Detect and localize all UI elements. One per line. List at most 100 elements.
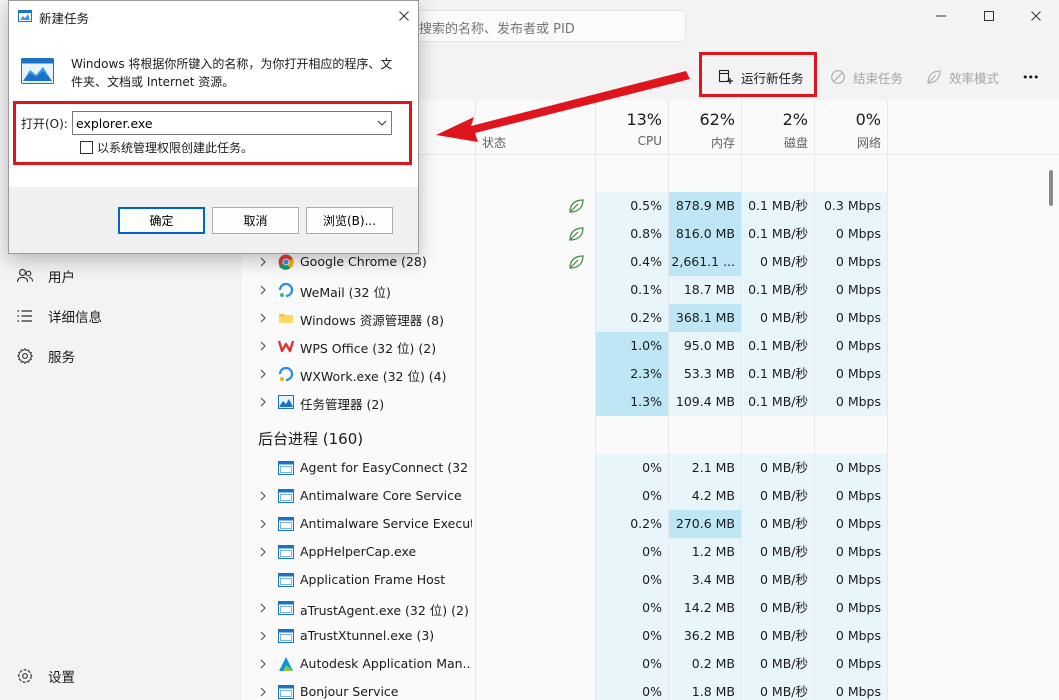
background-process-row[interactable]: Application Frame Host 0% 3.4 MB 0 MB/秒 0 Mb… bbox=[242, 566, 1059, 594]
network-cell: 0 Mbps bbox=[815, 650, 887, 678]
memory-cell: 18.7 MB bbox=[669, 276, 741, 304]
background-process-row[interactable]: Agent for EasyConnect (32 ... 0% 2.1 MB 0 M… bbox=[242, 454, 1059, 482]
network-cell: 0 Mbps bbox=[815, 594, 887, 622]
close-window-button[interactable] bbox=[1013, 0, 1059, 32]
efficiency-mode-button[interactable]: 效率模式 bbox=[926, 60, 999, 94]
chevron-right-icon[interactable] bbox=[258, 602, 268, 614]
network-cell: 0 Mbps bbox=[815, 454, 887, 482]
nav-item-settings[interactable]: 设置 bbox=[0, 658, 242, 694]
chevron-right-icon[interactable] bbox=[258, 340, 268, 352]
more-options-icon: ••• bbox=[1022, 70, 1039, 84]
chevron-right-icon[interactable] bbox=[258, 396, 268, 408]
process-name: AppHelperCap.exe bbox=[300, 544, 417, 559]
process-name: Application Frame Host bbox=[300, 572, 446, 587]
cancel-button[interactable]: 取消 bbox=[212, 207, 299, 234]
chevron-right-icon[interactable] bbox=[258, 284, 268, 296]
chevron-right-icon[interactable] bbox=[258, 658, 268, 670]
disk-cell: 0 MB/秒 bbox=[742, 650, 814, 678]
run-program-icon bbox=[21, 58, 54, 84]
process-name: Agent for EasyConnect (32 ... bbox=[300, 460, 472, 475]
search-input[interactable]: 搜索的名称、发布者或 PID bbox=[400, 10, 686, 42]
efficiency-mode-leaf-icon bbox=[568, 198, 585, 214]
background-process-row[interactable]: AppHelperCap.exe 0% 1.2 MB 0 MB/秒 0 Mbps bbox=[242, 538, 1059, 566]
file-explorer-icon bbox=[278, 310, 294, 326]
chevron-right-icon[interactable] bbox=[258, 686, 268, 698]
maximize-button[interactable] bbox=[966, 0, 1012, 32]
background-processes-group-title[interactable]: 后台进程 (160) bbox=[258, 428, 363, 449]
task-manager-icon bbox=[278, 394, 294, 410]
process-name: WeMail (32 位) bbox=[300, 285, 391, 300]
status-column-header[interactable]: 状态 bbox=[482, 134, 506, 151]
cpu-cell: 0.8% bbox=[596, 220, 668, 248]
network-cell: 0 Mbps bbox=[815, 220, 887, 248]
nav-item-details[interactable]: 详细信息 bbox=[0, 298, 242, 334]
efficiency-mode-label: 效率模式 bbox=[949, 70, 1000, 86]
close-icon bbox=[1031, 11, 1041, 21]
nav-item-services[interactable]: 服务 bbox=[0, 338, 242, 374]
disk-cell: 0.1 MB/秒 bbox=[742, 192, 814, 220]
cpu-percent: 13% bbox=[626, 110, 662, 129]
more-options-button[interactable]: ••• bbox=[1022, 60, 1039, 94]
cpu-cell: 0% bbox=[596, 454, 668, 482]
ok-button[interactable]: 确定 bbox=[118, 207, 205, 234]
process-name: Google Chrome (28) bbox=[300, 254, 427, 269]
cpu-cell: 0% bbox=[596, 650, 668, 678]
nav-label-services: 服务 bbox=[48, 350, 75, 366]
memory-percent: 62% bbox=[699, 110, 735, 129]
app-process-row[interactable]: WPS Office (32 位) (2) 1.0% 95.0 MB 0.1 MB/秒… bbox=[242, 332, 1059, 360]
network-percent: 0% bbox=[855, 110, 881, 129]
process-name: Antimalware Core Service bbox=[300, 488, 462, 503]
cpu-cell: 0% bbox=[596, 566, 668, 594]
background-process-icon bbox=[278, 544, 294, 560]
details-list-icon bbox=[16, 307, 34, 325]
cpu-cell: 0.4% bbox=[596, 248, 668, 276]
network-cell: 0 Mbps bbox=[815, 248, 887, 276]
background-process-icon bbox=[278, 600, 294, 616]
minimize-button[interactable] bbox=[918, 0, 964, 32]
chevron-right-icon[interactable] bbox=[258, 518, 268, 530]
app-process-row[interactable]: WeMail (32 位) 0.1% 18.7 MB 0.1 MB/秒 0 Mbps bbox=[242, 276, 1059, 304]
efficiency-mode-leaf-icon bbox=[568, 254, 585, 270]
disk-cell: 0.1 MB/秒 bbox=[742, 220, 814, 248]
memory-cell: 53.3 MB bbox=[669, 360, 741, 388]
end-task-button[interactable]: 结束任务 bbox=[830, 60, 903, 94]
background-process-row[interactable]: aTrustAgent.exe (32 位) (2) 0% 14.2 MB 0 MB/… bbox=[242, 594, 1059, 622]
cpu-cell: 0.2% bbox=[596, 304, 668, 332]
background-process-row[interactable]: Antimalware Core Service 0% 4.2 MB 0 MB/秒 0 … bbox=[242, 482, 1059, 510]
end-task-label: 结束任务 bbox=[853, 70, 904, 86]
memory-cell: 4.2 MB bbox=[669, 482, 741, 510]
disk-cell: 0 MB/秒 bbox=[742, 248, 814, 276]
wps-icon bbox=[278, 338, 294, 354]
dialog-title: 新建任务 bbox=[39, 11, 90, 26]
background-process-row[interactable]: Autodesk Application Man... 0% 0.2 MB 0 MB/… bbox=[242, 650, 1059, 678]
network-cell: 0 Mbps bbox=[815, 276, 887, 304]
settings-gear-icon bbox=[16, 667, 34, 685]
background-process-icon bbox=[278, 572, 294, 588]
app-process-row[interactable]: WXWork.exe (32 位) (4) 2.3% 53.3 MB 0.1 MB/秒… bbox=[242, 360, 1059, 388]
chevron-right-icon[interactable] bbox=[258, 546, 268, 558]
nav-item-users[interactable]: 用户 bbox=[0, 258, 242, 294]
dialog-description: Windows 将根据你所键入的名称，为你打开相应的程序、文件夹、文档或 Int… bbox=[71, 57, 393, 89]
chevron-right-icon[interactable] bbox=[258, 312, 268, 324]
browse-button[interactable]: 浏览(B)... bbox=[306, 207, 393, 234]
chevron-right-icon[interactable] bbox=[258, 490, 268, 502]
chevron-right-icon[interactable] bbox=[258, 256, 268, 268]
scrollbar-thumb[interactable] bbox=[1049, 170, 1053, 206]
app-process-row[interactable]: 任务管理器 (2) 1.3% 109.4 MB 0.1 MB/秒 0 Mbps bbox=[242, 388, 1059, 416]
chevron-right-icon[interactable] bbox=[258, 368, 268, 380]
background-process-icon bbox=[278, 488, 294, 504]
background-process-row[interactable]: Bonjour Service 0% 1.8 MB 0 MB/秒 0 Mbps bbox=[242, 678, 1059, 700]
process-name: aTrustAgent.exe (32 位) (2) bbox=[300, 603, 469, 618]
dialog-close-button[interactable] bbox=[398, 10, 410, 22]
disk-cell: 0 MB/秒 bbox=[742, 594, 814, 622]
disk-cell: 0.1 MB/秒 bbox=[742, 360, 814, 388]
dialog-body: Windows 将根据你所键入的名称，为你打开相应的程序、文件夹、文档或 Int… bbox=[9, 32, 418, 187]
efficiency-mode-leaf-icon bbox=[568, 226, 585, 242]
app-process-row[interactable]: Windows 资源管理器 (8) 0.2% 368.1 MB 0 MB/秒 0 Mbp… bbox=[242, 304, 1059, 332]
background-process-icon bbox=[278, 460, 294, 476]
chevron-right-icon[interactable] bbox=[258, 630, 268, 642]
background-process-row[interactable]: Antimalware Service Execut... 0.2% 270.6 M… bbox=[242, 510, 1059, 538]
end-task-icon bbox=[830, 69, 846, 85]
background-process-row[interactable]: aTrustXtunnel.exe (3) 0% 36.2 MB 0 MB/秒 0 Mb… bbox=[242, 622, 1059, 650]
disk-label: 磁盘 bbox=[783, 136, 808, 150]
